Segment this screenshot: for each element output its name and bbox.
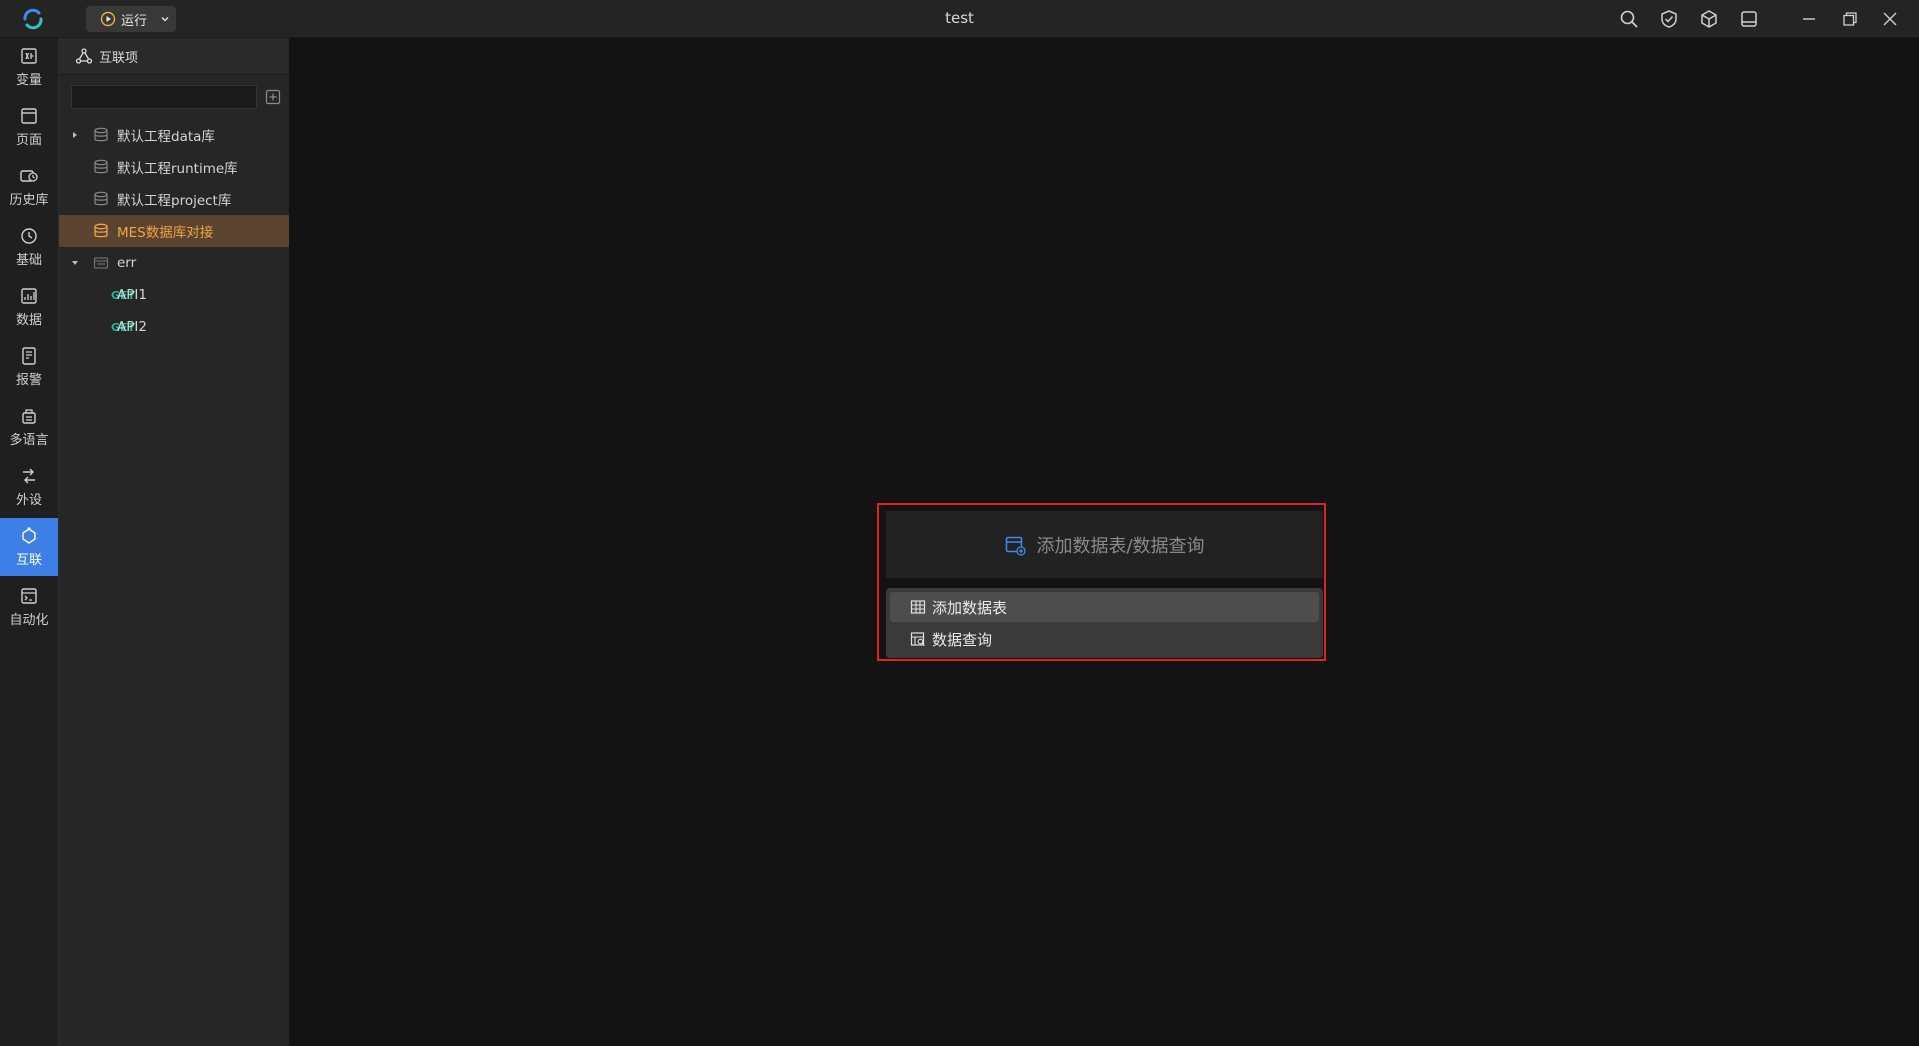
nav-label: 报警 [15, 373, 42, 388]
add-card-label: 添加数据表/数据查询 [1036, 535, 1205, 557]
tree-item-label: MES数据库对接 [117, 225, 214, 241]
nav-item-automation[interactable]: 自动化 [0, 578, 58, 636]
menu-item-label: 数据查询 [932, 630, 993, 649]
nav-label: 数据 [15, 313, 42, 328]
nav-label: 互联 [15, 553, 42, 568]
data-icon [19, 286, 39, 306]
run-label: 运行 [121, 13, 148, 29]
page-icon [19, 106, 39, 126]
tree-search-row [59, 75, 289, 119]
tree-item-label: 默认工程project库 [117, 193, 232, 209]
tree-search-input[interactable] [71, 85, 257, 109]
tree-item-label: API2 [117, 319, 147, 335]
cube-icon[interactable] [1697, 7, 1721, 31]
peripheral-icon [19, 466, 39, 486]
variable-icon [19, 46, 39, 66]
nav-label: 页面 [15, 133, 42, 148]
add-table-icon [1004, 534, 1027, 556]
minimize-icon[interactable] [1797, 7, 1821, 31]
nav-item-page[interactable]: 页面 [0, 98, 58, 156]
nav-item-peripheral[interactable]: 外设 [0, 458, 58, 516]
panel-layout-icon[interactable] [1737, 7, 1761, 31]
caret-down-icon[interactable] [70, 258, 80, 268]
history-db-icon [19, 166, 39, 186]
tree-item-api2[interactable]: GET API2 [59, 311, 289, 343]
tree-header-label: 互联项 [99, 50, 139, 66]
left-nav: 变量 页面 历史库 基础 数据 报警 多语言 外设 互联 自动化 [0, 38, 59, 1046]
nav-item-variable[interactable]: 变量 [0, 38, 58, 96]
alarm-icon [19, 346, 39, 366]
tree-item-runtime-db[interactable]: 默认工程runtime库 [59, 151, 289, 183]
run-button[interactable]: 运行 [86, 6, 176, 32]
nav-label: 多语言 [9, 433, 49, 448]
automation-icon [19, 586, 39, 606]
add-table-query-button[interactable]: 添加数据表/数据查询 [886, 511, 1323, 578]
nav-label: 基础 [15, 253, 42, 268]
nav-label: 历史库 [9, 193, 49, 208]
query-icon [910, 631, 926, 647]
nav-item-interconnect[interactable]: 互联 [0, 518, 58, 576]
app-logo-icon [21, 8, 45, 30]
shield-check-icon[interactable] [1657, 7, 1681, 31]
title-bar: 运行 test [0, 0, 1919, 38]
nav-item-alarm[interactable]: 报警 [0, 338, 58, 396]
nav-label: 自动化 [9, 613, 49, 628]
tree-header: 互联项 [59, 38, 289, 75]
restore-icon[interactable] [1838, 7, 1862, 31]
menu-item-add-table[interactable]: 添加数据表 [890, 592, 1319, 622]
chevron-down-icon[interactable] [159, 13, 171, 25]
menu-item-data-query[interactable]: 数据查询 [890, 624, 1319, 654]
interconnect-icon [19, 526, 39, 546]
tree-item-api1[interactable]: GET API1 [59, 279, 289, 311]
nav-item-basic[interactable]: 基础 [0, 218, 58, 276]
nav-item-language[interactable]: 多语言 [0, 398, 58, 456]
menu-item-label: 添加数据表 [932, 598, 1008, 617]
add-node-icon[interactable] [264, 88, 282, 106]
basic-icon [19, 226, 39, 246]
caret-right-icon[interactable] [70, 130, 80, 140]
nav-item-data[interactable]: 数据 [0, 278, 58, 336]
tree-item-err-group[interactable]: err [59, 247, 289, 279]
tree-item-mes-db[interactable]: MES数据库对接 [59, 215, 289, 247]
table-icon [910, 599, 926, 615]
tree-item-label: err [117, 255, 137, 271]
tree-item-label: 默认工程runtime库 [117, 161, 238, 177]
api-group-icon [92, 254, 110, 272]
language-icon [19, 406, 39, 426]
nav-label: 变量 [15, 73, 42, 88]
database-icon [92, 222, 110, 240]
database-icon [92, 126, 110, 144]
tree-item-project-db[interactable]: 默认工程project库 [59, 183, 289, 215]
play-icon [100, 11, 116, 27]
database-icon [92, 158, 110, 176]
search-icon[interactable] [1617, 7, 1641, 31]
add-dropdown-menu: 添加数据表 数据查询 [886, 588, 1323, 658]
database-icon [92, 190, 110, 208]
nav-item-history[interactable]: 历史库 [0, 158, 58, 216]
tree-item-data-db[interactable]: 默认工程data库 [59, 119, 289, 151]
tree-item-label: 默认工程data库 [117, 129, 215, 145]
close-icon[interactable] [1878, 7, 1902, 31]
interconnect-tree-panel: 互联项 默认工程data库 默认工程runtime库 默认工程project库 … [59, 38, 289, 1046]
nav-label: 外设 [15, 493, 42, 508]
tree-item-label: API1 [117, 287, 147, 303]
network-icon [75, 47, 93, 65]
